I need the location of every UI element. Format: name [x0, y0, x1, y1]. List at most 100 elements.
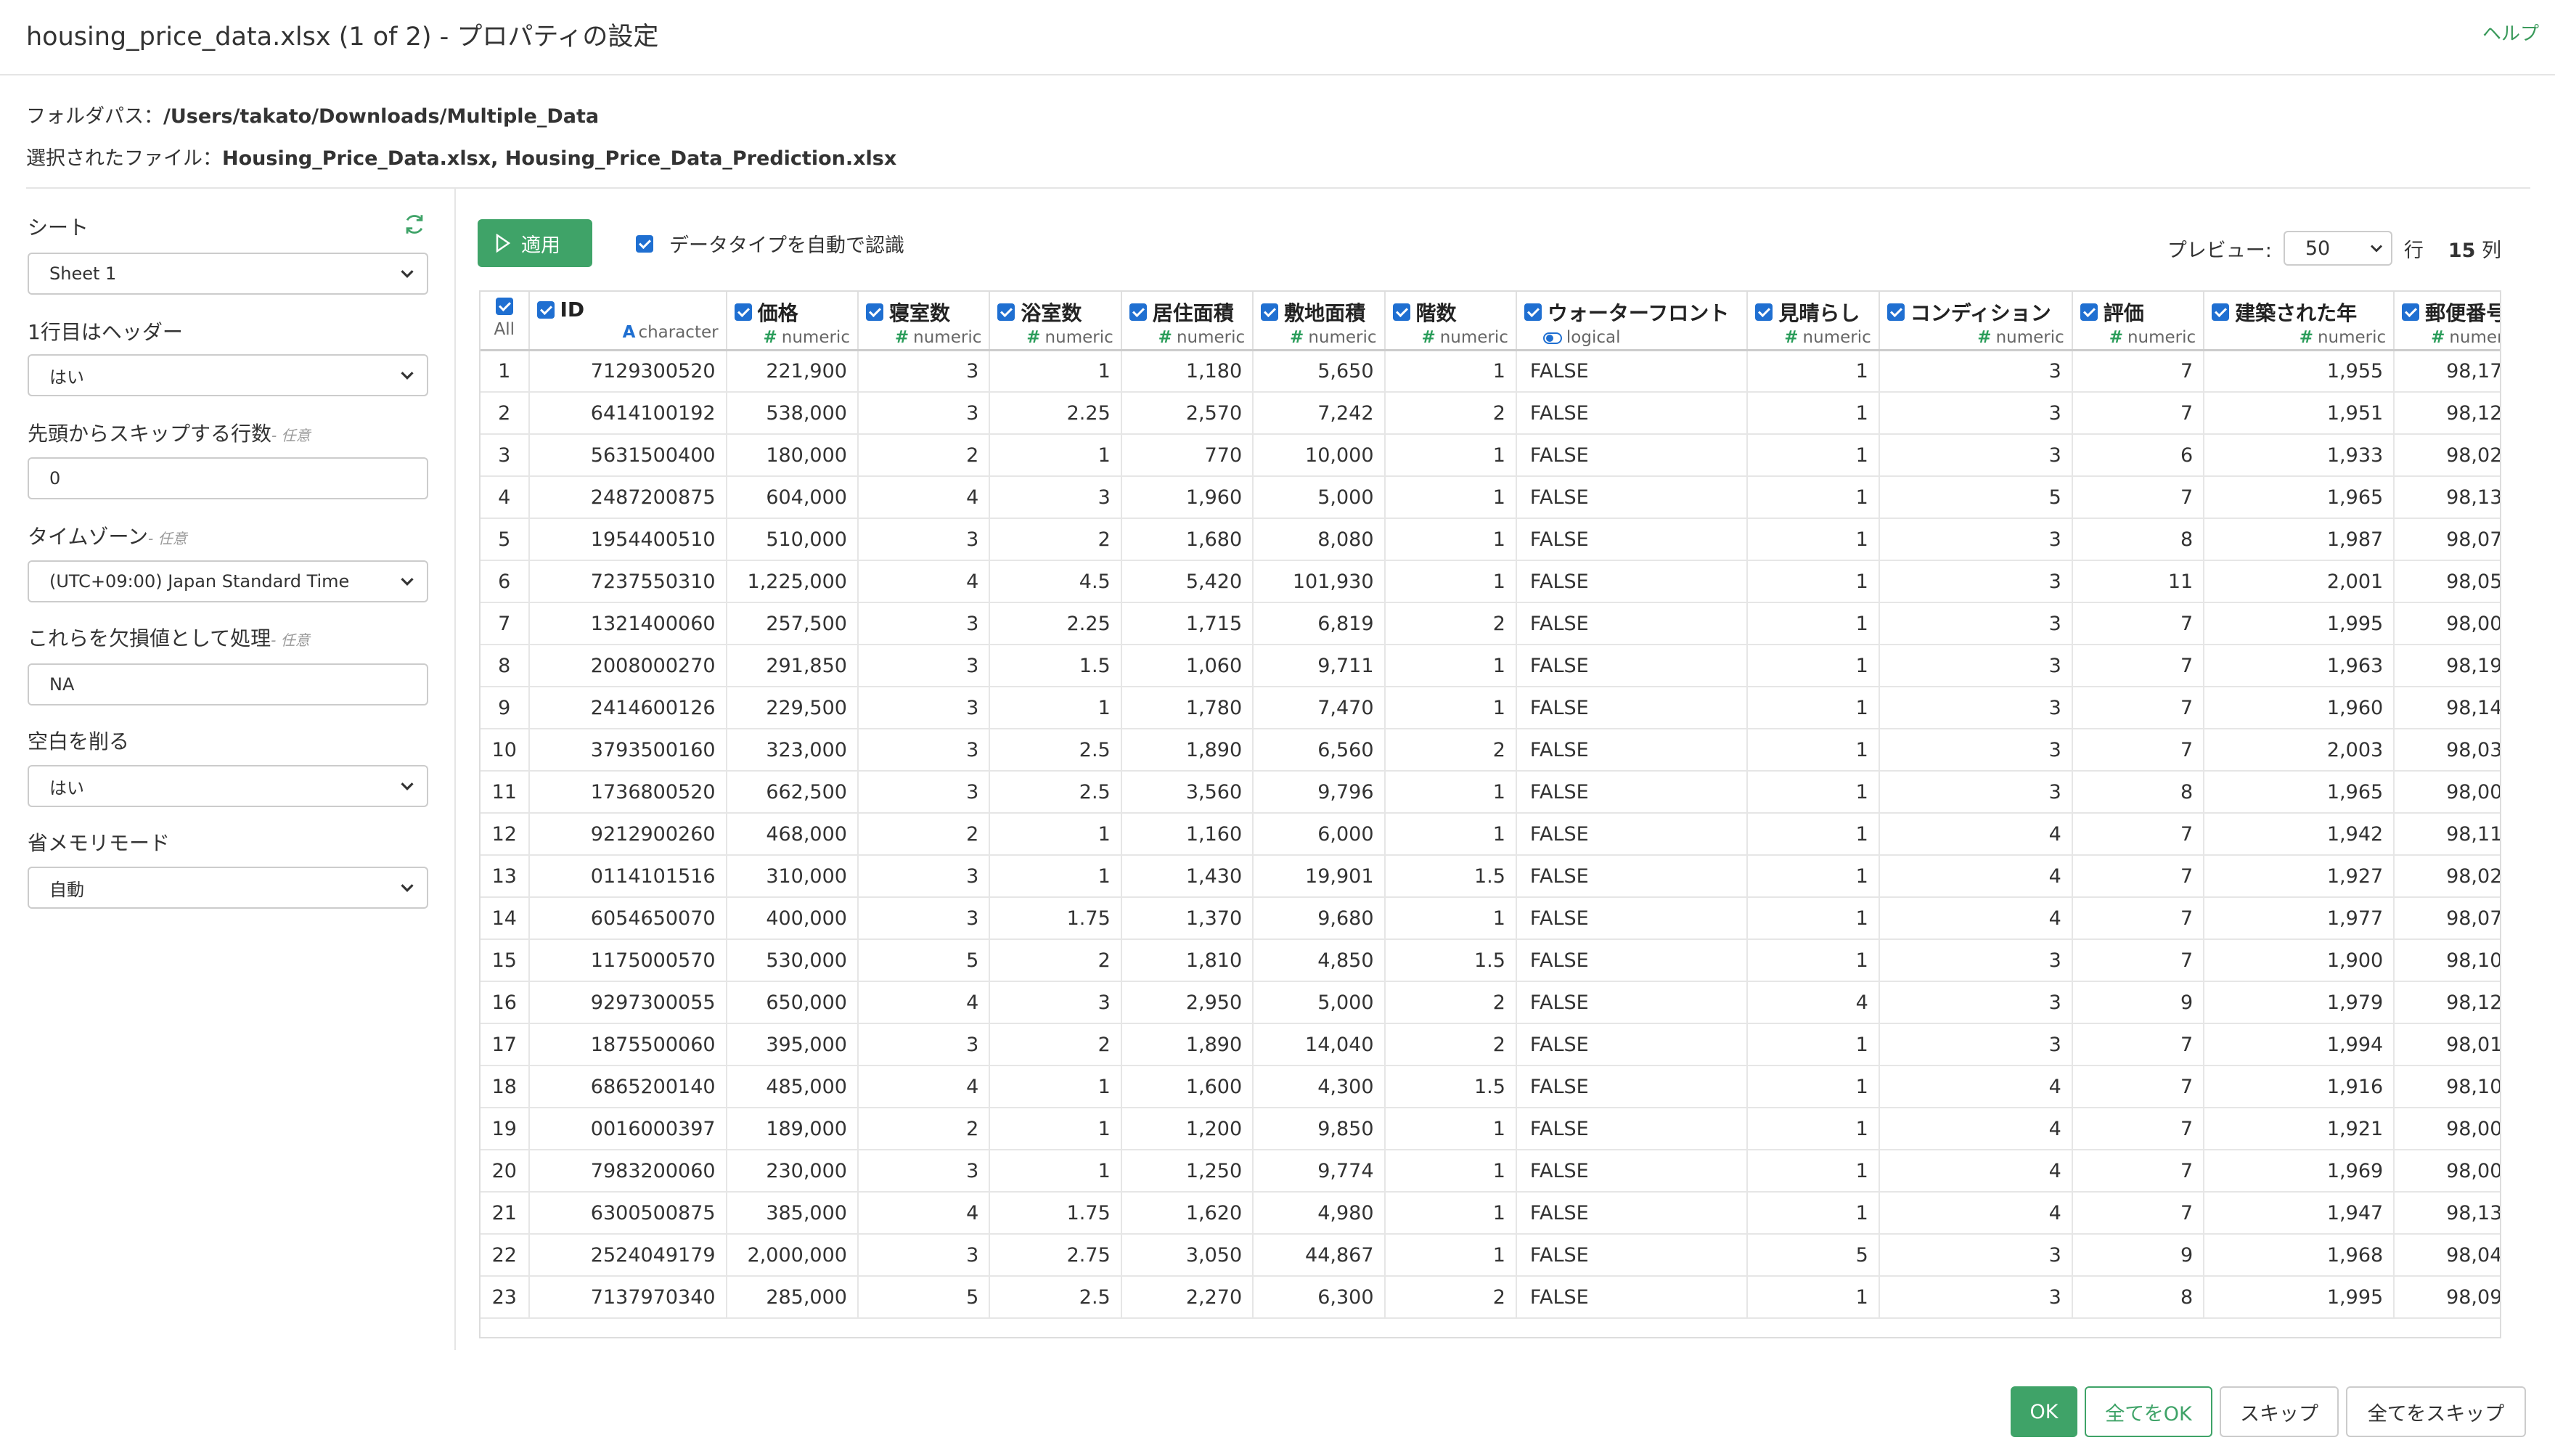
table-cell: 2,001	[2204, 560, 2395, 603]
table-cell: 98,115	[2394, 813, 2500, 856]
table-cell: 1,060	[1121, 645, 1254, 687]
header-select[interactable]: はい	[28, 354, 428, 396]
column-header[interactable]: 浴室数 # numeric	[989, 292, 1122, 351]
column-header[interactable]: コンディション # numeric	[1879, 292, 2073, 351]
column-header[interactable]: 郵便番号 #numeric	[2394, 292, 2500, 351]
column-header[interactable]: 価格 # numeric	[726, 292, 859, 351]
table-cell: 1,965	[2204, 476, 2395, 519]
preview-rows-select[interactable]: 50	[2283, 231, 2392, 266]
chevron-down-icon	[401, 372, 414, 380]
table-cell: 6	[2072, 434, 2205, 477]
preview-label: プレビュー:	[2167, 239, 2272, 262]
column-checkbox[interactable]	[1129, 303, 1147, 321]
column-checkbox[interactable]	[1261, 303, 1279, 321]
table-cell: 7237550310	[528, 560, 727, 603]
trim-select[interactable]: はい	[28, 765, 428, 807]
column-header[interactable]: 階数 # numeric	[1384, 292, 1517, 351]
skip-button[interactable]: スキップ	[2220, 1386, 2339, 1437]
table-cell: 1	[1384, 1192, 1517, 1235]
table-cell: 3793500160	[528, 729, 727, 772]
table-cell: 19,901	[1253, 855, 1386, 898]
table-cell: 395,000	[726, 1023, 859, 1066]
column-checkbox[interactable]	[2212, 303, 2230, 321]
column-header[interactable]: 居住面積 # numeric	[1121, 292, 1254, 351]
column-header[interactable]: 寝室数 # numeric	[857, 292, 991, 351]
table-cell: 1	[1747, 560, 1880, 603]
select-all-checkbox[interactable]	[495, 298, 513, 315]
table-cell: 2.5	[989, 729, 1122, 772]
dialog-header: housing_price_data.xlsx (1 of 2) - プロパティ…	[0, 0, 2555, 75]
column-checkbox[interactable]	[865, 303, 883, 321]
table-row: 15 1175000570 530,000 5 2 1,810 4,850 1.5 FALSE 1…	[481, 939, 2500, 982]
autodetect-option[interactable]: データタイプを自動で認識	[636, 229, 904, 258]
data-preview-grid[interactable]: All ID Acharacter 価格 # numeric 寝室数 # numeric 浴室数…	[479, 290, 2501, 1338]
memory-select[interactable]: 自動	[28, 867, 428, 909]
apply-button[interactable]: 適用	[478, 219, 592, 267]
na-input[interactable]: NA	[28, 663, 428, 705]
row-number: 23	[481, 1276, 530, 1319]
column-checkbox[interactable]	[2402, 303, 2420, 321]
table-cell: 3	[857, 392, 991, 435]
header-row: All ID Acharacter 価格 # numeric 寝室数 # numeric 浴室数…	[481, 292, 2500, 351]
table-cell: 8,080	[1253, 518, 1386, 561]
table-cell: 3,050	[1121, 1234, 1254, 1277]
memory-select-value: 自動	[49, 879, 84, 900]
preview-rows-value: 50	[2305, 237, 2331, 260]
table-cell: 1	[1747, 687, 1880, 729]
table-cell: 1,715	[1121, 602, 1254, 645]
autodetect-checkbox[interactable]	[636, 234, 653, 253]
table-cell: 1.5	[1384, 1066, 1517, 1108]
column-header[interactable]: 建築された年 # numeric	[2204, 292, 2395, 351]
table-cell: 8	[2072, 518, 2205, 561]
table-row: 16 9297300055 650,000 4 3 2,950 5,000 2 FALSE 4 3 9…	[481, 981, 2500, 1024]
column-type: numeric	[1439, 328, 1508, 347]
table-cell: 1	[1747, 350, 1880, 393]
column-header[interactable]: 敷地面積 # numeric	[1253, 292, 1386, 351]
table-cell: FALSE	[1516, 897, 1749, 940]
table-cell: 323,000	[726, 729, 859, 772]
column-header[interactable]: ウォーターフロント logical	[1516, 292, 1749, 351]
column-header[interactable]: ID Acharacter	[528, 292, 727, 351]
help-link[interactable]: ヘルプ	[2482, 19, 2539, 46]
table-cell: 3	[1879, 350, 2073, 393]
all-ok-button[interactable]: 全てをOK	[2085, 1386, 2212, 1437]
table-cell: 1	[1747, 1066, 1880, 1108]
column-checkbox[interactable]	[734, 303, 752, 321]
column-checkbox[interactable]	[536, 300, 555, 319]
table-cell: 98,019	[2394, 1023, 2500, 1066]
table-cell: 1	[1747, 1150, 1880, 1193]
numeric-type-icon: #	[1026, 328, 1041, 347]
column-header[interactable]: 見晴らし # numeric	[1747, 292, 1880, 351]
table-cell: 3,560	[1121, 771, 1254, 814]
table-cell: 3	[1879, 602, 2073, 645]
column-header[interactable]: 評価 # numeric	[2072, 292, 2205, 351]
sheet-select[interactable]: Sheet 1	[28, 253, 428, 295]
column-checkbox[interactable]	[1755, 303, 1773, 321]
table-cell: 98,146	[2394, 687, 2500, 729]
table-cell: 1,955	[2204, 350, 2395, 393]
select-all-header[interactable]: All	[481, 292, 530, 351]
row-number: 20	[481, 1150, 530, 1193]
table-cell: 1	[1384, 687, 1517, 729]
skip-rows-input[interactable]: 0	[28, 457, 428, 499]
column-checkbox[interactable]	[1392, 303, 1410, 321]
table-cell: FALSE	[1516, 476, 1749, 519]
ok-button[interactable]: OK	[2011, 1386, 2077, 1437]
table-cell: 7	[2072, 729, 2205, 772]
column-checkbox[interactable]	[1524, 303, 1542, 321]
skip-all-button[interactable]: 全てをスキップ	[2346, 1386, 2526, 1437]
column-checkbox[interactable]	[997, 303, 1015, 321]
column-type: character	[638, 323, 719, 342]
column-type: numeric	[2449, 328, 2500, 347]
column-checkbox[interactable]	[1886, 303, 1905, 321]
timezone-select[interactable]: (UTC+09:00) Japan Standard Time	[28, 560, 428, 602]
column-checkbox[interactable]	[2080, 303, 2098, 321]
table-cell: 7	[2072, 1108, 2205, 1150]
table-cell: 2.75	[989, 1234, 1122, 1277]
table-row: 22 2524049179 2,000,000 3 2.75 3,050 44,867 1 FA…	[481, 1234, 2500, 1277]
trim-label: 空白を削る	[28, 729, 130, 753]
refresh-icon[interactable]	[402, 212, 427, 237]
table-cell: 98,028	[2394, 434, 2500, 477]
table-cell: 7	[2072, 939, 2205, 982]
table-cell: 485,000	[726, 1066, 859, 1108]
